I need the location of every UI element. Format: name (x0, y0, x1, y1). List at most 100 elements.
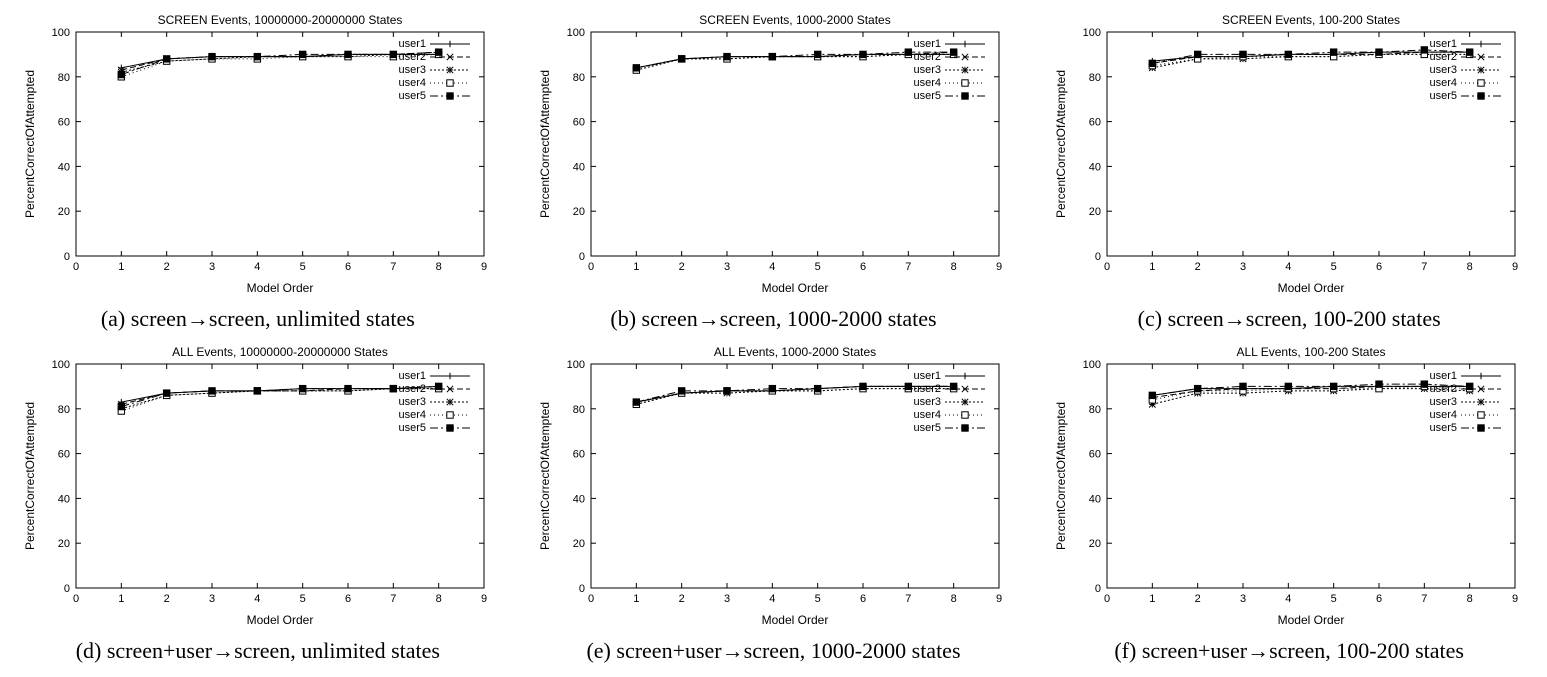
chart-title: ALL Events, 100-200 States (1237, 345, 1386, 359)
x-tick-label: 6 (1376, 261, 1382, 273)
legend-label-user2: user2 (398, 51, 426, 63)
y-tick-label: 40 (1089, 161, 1101, 173)
x-tick-label: 4 (254, 261, 260, 273)
legend-label-user4: user4 (1430, 409, 1458, 421)
x-tick-label: 5 (815, 593, 821, 605)
chart-b: SCREEN Events, 1000-2000 States012345678… (533, 10, 1013, 300)
legend-label-user5: user5 (914, 90, 942, 102)
y-tick-label: 20 (58, 538, 70, 550)
legend-label-user4: user4 (914, 77, 942, 89)
y-tick-label: 0 (64, 583, 70, 595)
cell-a: SCREEN Events, 10000000-20000000 States 0… (10, 10, 506, 332)
y-tick-label: 20 (573, 538, 585, 550)
chart-title: SCREEN Events, 10000000-20000000 States (157, 13, 402, 27)
y-tick-label: 60 (1089, 117, 1101, 129)
chart-title: SCREEN Events, 1000-2000 States (700, 13, 891, 27)
y-tick-label: 100 (1083, 359, 1101, 371)
chart-c: SCREEN Events, 100-200 States01234567890… (1049, 10, 1529, 300)
y-tick-label: 80 (1089, 404, 1101, 416)
legend-label-user4: user4 (398, 409, 426, 421)
x-tick-label: 6 (345, 261, 351, 273)
x-tick-label: 1 (1149, 261, 1155, 273)
x-tick-label: 2 (679, 261, 685, 273)
x-tick-label: 1 (118, 593, 124, 605)
x-axis-label: Model Order (762, 281, 829, 295)
y-tick-label: 80 (573, 72, 585, 84)
legend-label-user5: user5 (398, 422, 426, 434)
subcaption-f: (f) screen+user→screen, 100-200 states (1114, 638, 1464, 664)
x-axis-label: Model Order (246, 281, 313, 295)
x-tick-label: 0 (588, 593, 594, 605)
x-tick-label: 3 (1240, 593, 1246, 605)
legend-label-user1: user1 (398, 370, 426, 382)
cell-c: SCREEN Events, 100-200 States01234567890… (1041, 10, 1537, 332)
x-tick-label: 1 (634, 261, 640, 273)
cell-d: ALL Events, 10000000-20000000 States0123… (10, 342, 506, 664)
legend-label-user3: user3 (914, 396, 942, 408)
chart-f: ALL Events, 100-200 States01234567890204… (1049, 342, 1529, 632)
y-axis-label: PercentCorrectOfAttempted (23, 70, 37, 218)
x-tick-label: 0 (1104, 593, 1110, 605)
x-tick-label: 8 (1467, 261, 1473, 273)
chart-d: ALL Events, 10000000-20000000 States0123… (18, 342, 498, 632)
x-tick-label: 6 (860, 261, 866, 273)
legend-label-user2: user2 (398, 383, 426, 395)
x-tick-label: 9 (996, 593, 1002, 605)
subcaption-e: (e) screen+user→screen, 1000-2000 states (586, 638, 960, 664)
y-tick-label: 40 (573, 161, 585, 173)
x-tick-label: 3 (724, 261, 730, 273)
y-tick-label: 100 (51, 27, 69, 39)
y-axis-label: PercentCorrectOfAttempted (23, 402, 37, 550)
y-tick-label: 80 (58, 72, 70, 84)
legend-label-user1: user1 (1430, 38, 1458, 50)
legend-label-user4: user4 (398, 77, 426, 89)
x-tick-label: 9 (481, 261, 487, 273)
legend-label-user2: user2 (914, 51, 942, 63)
y-tick-label: 100 (567, 359, 585, 371)
x-tick-label: 8 (1467, 593, 1473, 605)
chart-grid: SCREEN Events, 10000000-20000000 States 0… (10, 10, 1537, 664)
x-tick-label: 4 (770, 593, 776, 605)
y-axis-label: PercentCorrectOfAttempted (538, 70, 552, 218)
y-tick-label: 40 (58, 493, 70, 505)
x-tick-label: 3 (1240, 261, 1246, 273)
y-tick-label: 80 (58, 404, 70, 416)
y-tick-label: 40 (58, 161, 70, 173)
x-tick-label: 1 (118, 261, 124, 273)
x-tick-label: 7 (906, 261, 912, 273)
x-tick-label: 9 (1512, 261, 1518, 273)
cell-f: ALL Events, 100-200 States01234567890204… (1041, 342, 1537, 664)
y-tick-label: 0 (1095, 583, 1101, 595)
y-tick-label: 100 (1083, 27, 1101, 39)
y-tick-label: 100 (51, 359, 69, 371)
x-tick-label: 3 (209, 261, 215, 273)
cell-e: ALL Events, 1000-2000 States012345678902… (526, 342, 1022, 664)
y-tick-label: 40 (1089, 493, 1101, 505)
x-tick-label: 9 (1512, 593, 1518, 605)
legend-label-user1: user1 (1430, 370, 1458, 382)
legend-label-user3: user3 (398, 396, 426, 408)
x-tick-label: 0 (588, 261, 594, 273)
y-tick-label: 40 (573, 493, 585, 505)
y-tick-label: 60 (573, 449, 585, 461)
y-tick-label: 20 (1089, 206, 1101, 218)
x-axis-label: Model Order (762, 613, 829, 627)
y-axis-label: PercentCorrectOfAttempted (1054, 70, 1068, 218)
x-axis-label: Model Order (246, 613, 313, 627)
legend-label-user3: user3 (398, 64, 426, 76)
x-tick-label: 8 (951, 261, 957, 273)
y-axis-label: PercentCorrectOfAttempted (1054, 402, 1068, 550)
y-tick-label: 0 (64, 251, 70, 263)
x-axis-label: Model Order (1278, 281, 1345, 295)
chart-title: SCREEN Events, 100-200 States (1222, 13, 1400, 27)
x-tick-label: 9 (996, 261, 1002, 273)
subcaption-a: (a) screen→screen, unlimited states (101, 306, 415, 332)
legend-label-user4: user4 (914, 409, 942, 421)
subcaption-d: (d) screen+user→screen, unlimited states (76, 638, 440, 664)
legend-label-user3: user3 (1430, 396, 1458, 408)
x-tick-label: 3 (209, 593, 215, 605)
y-tick-label: 0 (579, 251, 585, 263)
x-tick-label: 8 (951, 593, 957, 605)
legend-label-user5: user5 (1430, 90, 1458, 102)
legend-label-user1: user1 (398, 38, 426, 50)
